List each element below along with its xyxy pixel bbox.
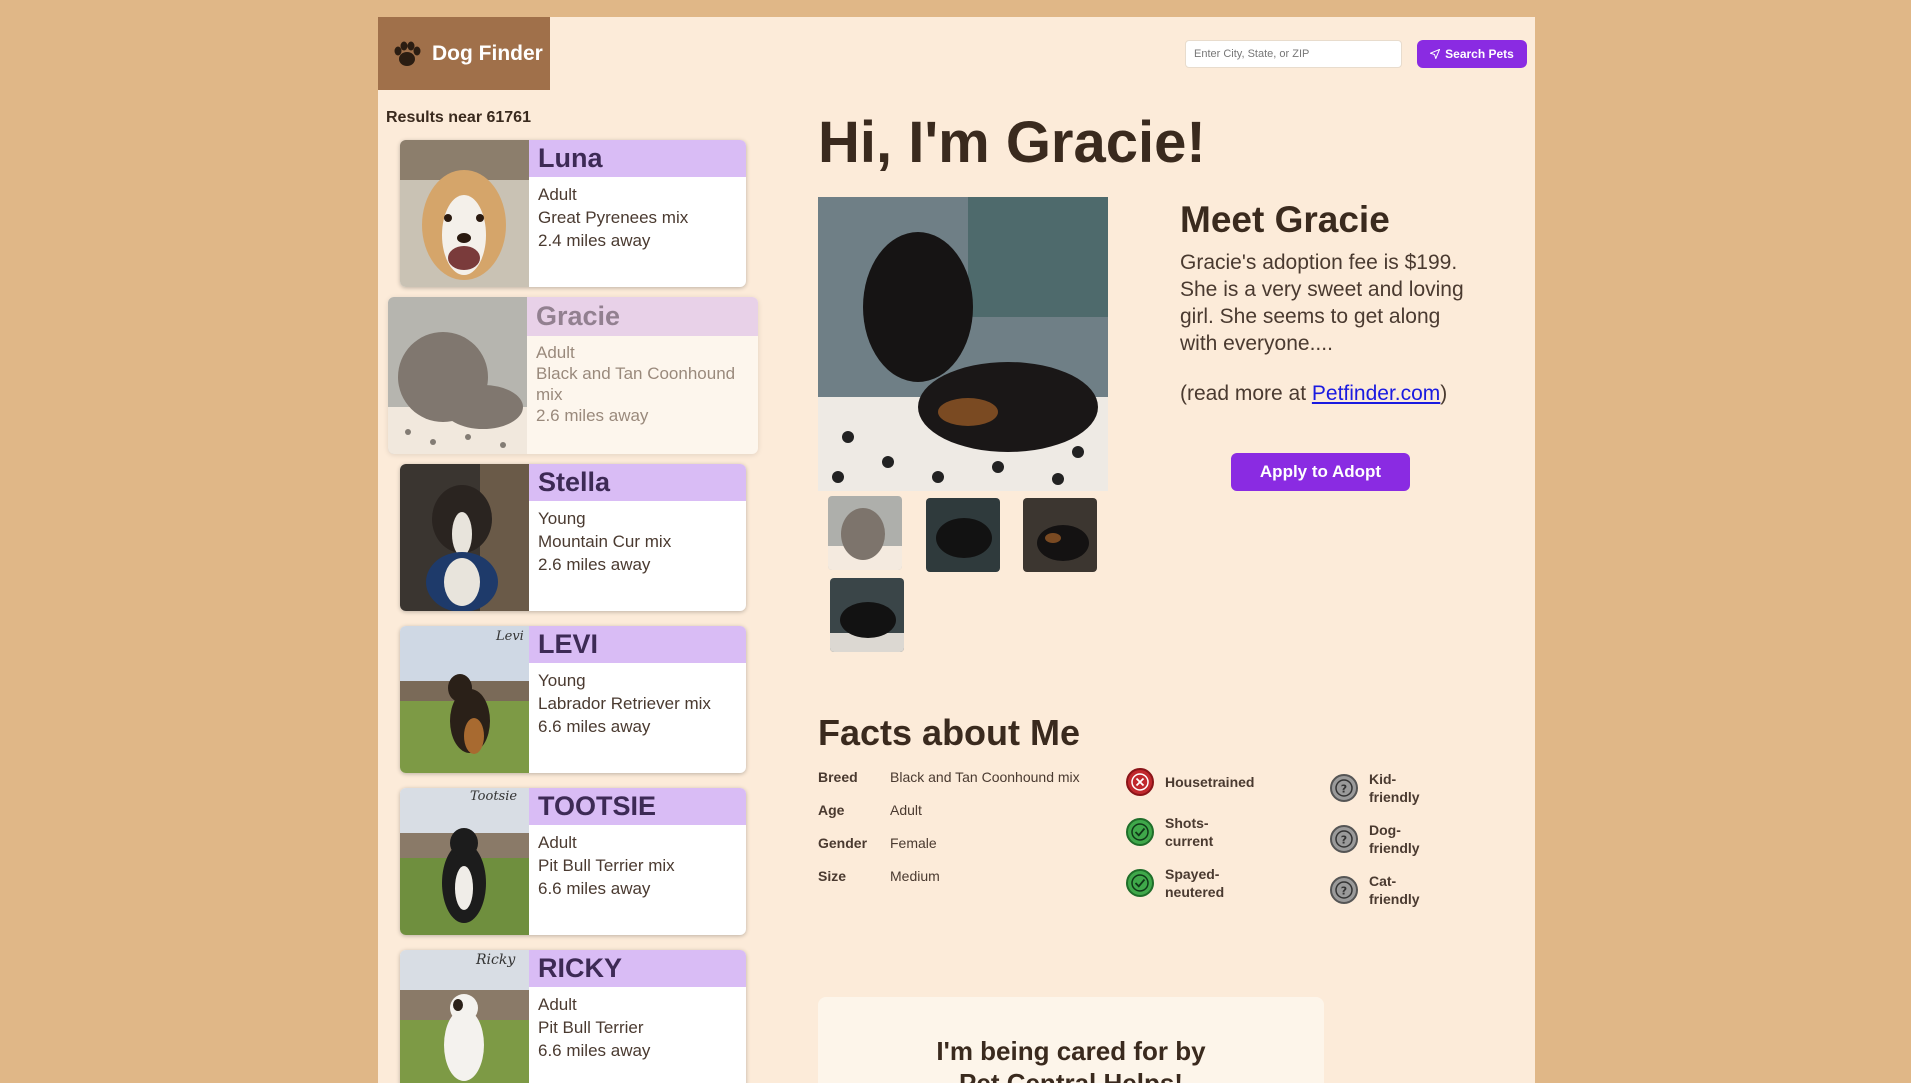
- pet-photo: [400, 464, 529, 611]
- search-pets-button[interactable]: Search Pets: [1417, 40, 1527, 68]
- trait-spayed-neutered: Spayed-neutered: [1125, 865, 1235, 901]
- pet-distance: 6.6 miles away: [538, 717, 651, 736]
- photo-watermark-tootsie: Tootsie: [470, 789, 517, 804]
- fact-label-age: Age: [818, 802, 845, 818]
- fact-value-gender: Female: [890, 835, 937, 851]
- photo-watermark-ricky: Ricky: [475, 952, 516, 968]
- pet-name: RICKY: [529, 950, 746, 987]
- trait-label: Dog-friendly: [1369, 822, 1420, 856]
- pet-card-ricky[interactable]: Ricky RICKY Adult Pit Bull Terrier 6.6 m…: [400, 950, 746, 1083]
- caretaker-card: I'm being cared for by Pet Central Helps…: [818, 997, 1324, 1083]
- pet-distance: 6.6 miles away: [538, 879, 651, 898]
- pet-photo: Ricky: [400, 950, 529, 1083]
- thumbnail-2[interactable]: [926, 498, 1000, 572]
- fact-value-breed: Black and Tan Coonhound mix: [890, 769, 1080, 785]
- pet-card-levi[interactable]: Levi LEVI Young Labrador Retriever mix 6…: [400, 626, 746, 773]
- read-more: (read more at Petfinder.com): [1180, 382, 1448, 405]
- petfinder-link[interactable]: Petfinder.com: [1312, 382, 1440, 405]
- trait-label: Kid-friendly: [1369, 771, 1420, 805]
- pet-name: Luna: [529, 140, 746, 177]
- question-circle-icon: ?: [1330, 825, 1358, 853]
- fact-value-size: Medium: [890, 868, 940, 884]
- pet-age: Adult: [538, 185, 577, 204]
- svg-text:?: ?: [1341, 885, 1347, 898]
- trait-shots-current: Shots-current: [1125, 814, 1225, 850]
- fact-label-gender: Gender: [818, 835, 868, 851]
- trait-label: Spayed-neutered: [1165, 866, 1225, 900]
- pet-distance: 2.6 miles away: [536, 406, 649, 425]
- pet-photo: Levi: [400, 626, 529, 773]
- location-arrow-icon: [1430, 49, 1441, 59]
- pet-breed: Mountain Cur mix: [538, 532, 672, 551]
- pet-distance: 2.6 miles away: [538, 555, 651, 574]
- check-circle-icon: [1126, 818, 1154, 846]
- pet-age: Young: [538, 671, 586, 690]
- svg-text:?: ?: [1341, 834, 1347, 847]
- pet-age: Young: [538, 509, 586, 528]
- question-circle-icon: ?: [1330, 876, 1358, 904]
- app-logo[interactable]: Dog Finder: [378, 17, 550, 90]
- pet-distance: 6.6 miles away: [538, 1041, 651, 1060]
- photo-watermark-levi: Levi: [495, 629, 524, 644]
- thumbnail-3[interactable]: [1023, 498, 1097, 572]
- pet-photo: [400, 140, 529, 287]
- search-pets-label: Search Pets: [1445, 47, 1514, 61]
- trait-label: Housetrained: [1165, 774, 1255, 790]
- pet-card-stella[interactable]: Stella Young Mountain Cur mix 2.6 miles …: [400, 464, 746, 611]
- app-title: Dog Finder: [432, 41, 543, 65]
- pet-name: LEVI: [529, 626, 746, 663]
- trait-housetrained: Housetrained: [1125, 767, 1255, 797]
- facts-title: Facts about Me: [818, 712, 1081, 753]
- pet-card-tootsie[interactable]: Tootsie TOOTSIE Adult Pit Bull Terrier m…: [400, 788, 746, 935]
- pet-breed: Great Pyrenees mix: [538, 208, 689, 227]
- trait-cat-friendly: ? Cat-friendly: [1329, 872, 1424, 908]
- pet-breed: Pit Bull Terrier mix: [538, 856, 675, 875]
- fact-label-breed: Breed: [818, 769, 858, 785]
- main-pet-photo[interactable]: [818, 197, 1108, 491]
- pet-breed: Labrador Retriever mix: [538, 694, 711, 713]
- pet-name: Stella: [529, 464, 746, 501]
- pet-age: Adult: [536, 343, 575, 362]
- trait-label: Cat-friendly: [1369, 873, 1420, 907]
- pet-hero-title: Hi, I'm Gracie!: [818, 110, 1206, 175]
- pet-description: Gracie's adoption fee is $199. She is a …: [1180, 251, 1464, 355]
- paw-icon: [394, 41, 421, 66]
- pet-name: TOOTSIE: [529, 788, 746, 825]
- trait-kid-friendly: ? Kid-friendly: [1329, 770, 1424, 806]
- fact-label-size: Size: [818, 868, 847, 884]
- trait-label: Shots-current: [1165, 815, 1214, 849]
- thumbnail-4[interactable]: [830, 578, 904, 652]
- pet-age: Adult: [538, 833, 577, 852]
- fact-value-age: Adult: [890, 802, 922, 818]
- pet-card-luna[interactable]: Luna Adult Great Pyrenees mix 2.4 miles …: [400, 140, 746, 287]
- check-circle-icon: [1126, 869, 1154, 897]
- caretaker-line-1: I'm being cared for by: [936, 1036, 1206, 1066]
- location-search-input[interactable]: [1185, 40, 1402, 68]
- pet-distance: 2.4 miles away: [538, 231, 651, 250]
- apply-to-adopt-button[interactable]: Apply to Adopt: [1231, 453, 1410, 491]
- pet-photo: [388, 297, 527, 454]
- pet-photo: Tootsie: [400, 788, 529, 935]
- pet-age: Adult: [538, 995, 577, 1014]
- results-label: Results near 61761: [386, 109, 531, 126]
- svg-text:?: ?: [1341, 783, 1347, 796]
- thumbnail-1[interactable]: [828, 496, 902, 570]
- pet-name: Gracie: [527, 297, 758, 336]
- app-window: Dog Finder Search Pets Results near 6176…: [378, 17, 1535, 1083]
- pet-card-gracie[interactable]: Gracie Adult Black and Tan Coonhound mix…: [388, 297, 758, 454]
- caretaker-line-2: Pet Central Helps!: [959, 1068, 1183, 1083]
- x-circle-icon: [1126, 768, 1154, 796]
- pet-breed: Black and Tan Coonhound mix: [536, 364, 736, 404]
- pet-breed: Pit Bull Terrier: [538, 1018, 644, 1037]
- question-circle-icon: ?: [1330, 774, 1358, 802]
- trait-dog-friendly: ? Dog-friendly: [1329, 821, 1424, 857]
- meet-title: Meet Gracie: [1180, 199, 1390, 240]
